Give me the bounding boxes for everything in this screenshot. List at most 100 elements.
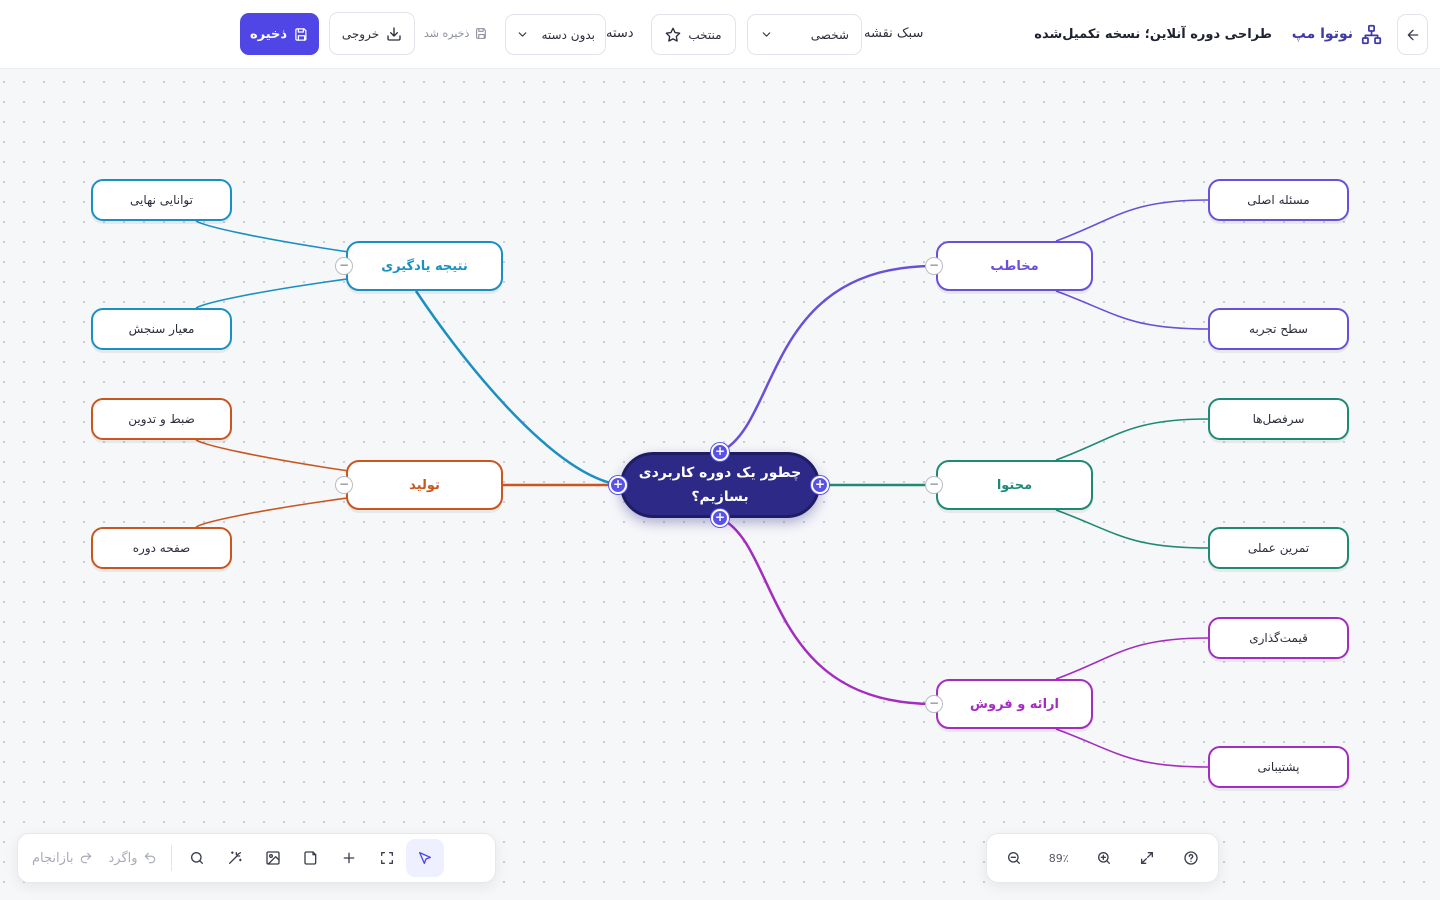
- connector-line: [1055, 418, 1209, 461]
- magic-tool[interactable]: [216, 839, 254, 877]
- plus-icon: [343, 852, 354, 864]
- add-node-tool[interactable]: [330, 839, 368, 877]
- select-tool[interactable]: [405, 839, 444, 877]
- map-style-select[interactable]: شخصی: [747, 14, 862, 55]
- zoom-out-icon: [1008, 852, 1020, 864]
- image-tool[interactable]: [254, 839, 292, 877]
- chevron-down-icon: [518, 32, 527, 37]
- connector-line: [719, 264, 935, 454]
- toolbar-divider: [170, 845, 172, 871]
- node-label: مخاطب: [990, 258, 1039, 274]
- save-status: ذخیره شد: [424, 22, 488, 44]
- connector-line: [1055, 637, 1209, 680]
- add-child-top[interactable]: +: [711, 443, 729, 461]
- fit-icon: [380, 852, 393, 864]
- add-child-bottom[interactable]: +: [711, 509, 729, 527]
- back-button[interactable]: [1397, 14, 1428, 55]
- category-value: بدون دسته: [541, 27, 595, 42]
- floppy-icon: [295, 27, 307, 41]
- map-style-label: سبک نقشه: [864, 25, 924, 41]
- leaf-node[interactable]: ضبط و تدوین: [91, 398, 232, 440]
- leaf-node[interactable]: قیمت‌گذاری: [1208, 617, 1349, 659]
- zoom-controls: 89٪: [986, 833, 1219, 883]
- undo-icon: [144, 852, 155, 864]
- sitemap-icon: [1361, 24, 1382, 44]
- node-label: معیار سنجش: [128, 322, 195, 336]
- branch-node-audience[interactable]: مخاطب: [936, 241, 1093, 291]
- canvas-toolbar: بازانجام واگرد: [17, 833, 496, 883]
- zoom-in-button[interactable]: [1085, 839, 1123, 877]
- leaf-node[interactable]: معیار سنجش: [91, 308, 232, 350]
- connector-line: [719, 516, 935, 706]
- export-button[interactable]: خروجی: [329, 12, 415, 55]
- image-icon: [265, 851, 280, 865]
- note-tool[interactable]: [292, 839, 330, 877]
- connector-line: [1055, 290, 1209, 330]
- redo-icon: [80, 852, 91, 864]
- map-style-value: شخصی: [810, 27, 849, 42]
- undo-button[interactable]: واگرد: [101, 839, 165, 877]
- collapse-toggle[interactable]: −: [335, 476, 353, 494]
- leaf-node[interactable]: سطح تجربه: [1208, 308, 1349, 350]
- node-label: مسئله اصلی: [1247, 193, 1310, 207]
- save-button[interactable]: ذخیره: [240, 13, 319, 55]
- node-label: نتیجه یادگیری: [381, 258, 468, 274]
- export-label: خروجی: [341, 26, 380, 41]
- download-icon: [387, 26, 401, 41]
- collapse-toggle[interactable]: −: [925, 476, 943, 494]
- node-label: سرفصل‌ها: [1252, 412, 1305, 426]
- connector-line: [1055, 199, 1209, 242]
- save-status-text: ذخیره شد: [424, 26, 470, 40]
- add-child-right[interactable]: +: [811, 476, 829, 494]
- brand-name: نوتوا مپ: [1291, 26, 1353, 42]
- leaf-node[interactable]: صفحه دوره: [91, 527, 232, 569]
- node-label: پشتیبانی: [1257, 760, 1300, 774]
- node-label: قیمت‌گذاری: [1249, 631, 1308, 645]
- zoom-out-button[interactable]: [995, 839, 1033, 877]
- leaf-node[interactable]: تمرین عملی: [1208, 527, 1349, 569]
- add-child-left[interactable]: +: [609, 476, 627, 494]
- fullscreen-button[interactable]: [1128, 839, 1166, 877]
- node-label: تولید: [409, 477, 440, 493]
- node-label: چطور یک دوره کاربردی بسازیم؟: [638, 465, 802, 505]
- leaf-node[interactable]: سرفصل‌ها: [1208, 398, 1349, 440]
- branch-node-outcome[interactable]: نتیجه یادگیری: [346, 241, 503, 291]
- search-tool[interactable]: [178, 839, 216, 877]
- node-label: ارائه و فروش: [970, 696, 1059, 712]
- note-icon: [303, 851, 316, 865]
- brand[interactable]: نوتوا مپ: [1292, 20, 1382, 48]
- fit-view-tool[interactable]: [368, 839, 406, 877]
- node-label: صفحه دوره: [132, 541, 191, 555]
- magic-wand-icon: [228, 851, 242, 864]
- leaf-node[interactable]: مسئله اصلی: [1208, 179, 1349, 221]
- favorite-button[interactable]: منتخب: [651, 14, 736, 55]
- category-label: دسته: [606, 25, 634, 41]
- redo-label: بازانجام: [32, 850, 74, 866]
- arrow-left-icon: [1407, 29, 1418, 40]
- help-button[interactable]: [1172, 839, 1210, 877]
- pointer-icon: [418, 852, 431, 864]
- branch-node-production[interactable]: تولید: [346, 460, 503, 510]
- connector-line: [414, 290, 621, 487]
- collapse-toggle[interactable]: −: [925, 695, 943, 713]
- node-label: محتوا: [996, 477, 1033, 493]
- node-label: سطح تجربه: [1249, 322, 1308, 336]
- floppy-icon: [476, 27, 487, 39]
- collapse-toggle[interactable]: −: [925, 257, 943, 275]
- branch-node-content[interactable]: محتوا: [936, 460, 1093, 510]
- document-title[interactable]: طراحی دوره آنلاین؛ نسخه تکمیل‌شده: [1034, 22, 1272, 46]
- node-label: توانایی نهایی: [130, 193, 193, 207]
- redo-button[interactable]: بازانجام: [24, 839, 101, 877]
- leaf-node[interactable]: پشتیبانی: [1208, 746, 1349, 788]
- zoom-level: 89٪: [1048, 851, 1069, 865]
- undo-label: واگرد: [108, 850, 138, 866]
- connector-line: [1055, 509, 1209, 549]
- category-select[interactable]: بدون دسته: [505, 14, 606, 55]
- chevron-down-icon: [762, 32, 771, 37]
- leaf-node[interactable]: توانایی نهایی: [91, 179, 232, 221]
- zoom-in-icon: [1097, 852, 1110, 864]
- collapse-toggle[interactable]: −: [335, 257, 353, 275]
- star-icon: [666, 27, 681, 42]
- branch-node-sales[interactable]: ارائه و فروش: [936, 679, 1093, 729]
- top-bar: نوتوا مپ طراحی دوره آنلاین؛ نسخه تکمیل‌ش…: [0, 0, 1440, 69]
